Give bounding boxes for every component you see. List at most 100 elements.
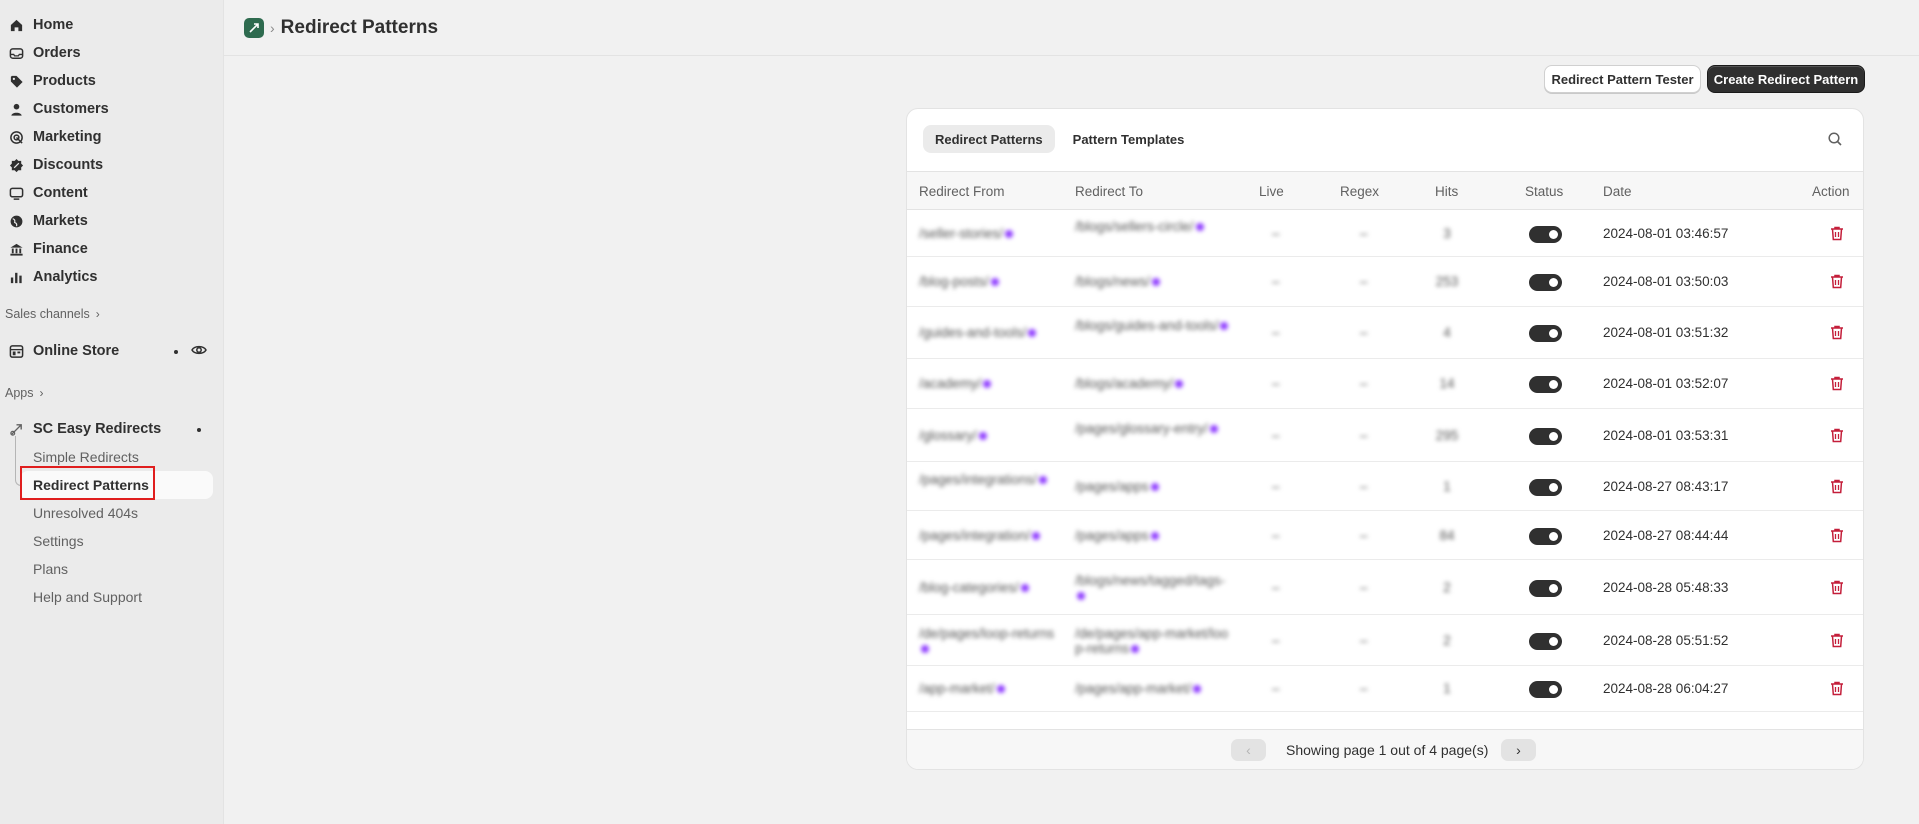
subnav-help-and-support[interactable]: Help and Support [33,589,142,605]
trash-icon[interactable] [1830,274,1844,289]
status-dot [1028,329,1037,338]
person-icon [8,101,24,117]
redirect-to-cell: /blogs/news/tagged/tags- [1075,573,1230,603]
live-cell: – [1272,632,1280,648]
regex-cell: – [1360,681,1368,696]
status-toggle[interactable] [1529,632,1562,650]
sidebar-item-label: Analytics [33,269,98,285]
status-dot [921,644,929,653]
status-dot [1195,222,1204,231]
trash-icon[interactable] [1830,325,1844,340]
column-header: Redirect From [919,184,1005,199]
sidebar-item-label: Finance [33,241,88,257]
sidebar-item-label: Content [33,185,88,201]
sidebar-item-markets[interactable]: Markets [0,207,214,235]
column-header: Regex [1340,184,1380,199]
tab-redirect-patterns[interactable]: Redirect Patterns [923,125,1055,153]
previous-page-button[interactable]: ‹ [1231,739,1266,761]
trash-icon[interactable] [1830,528,1844,543]
sidebar-item-online-store[interactable]: Online Store [0,337,214,365]
table-row[interactable]: /blog-posts/ /blogs/news/ – – 253 2024-08-01 … [907,257,1863,307]
table-row[interactable]: /glossary/ /pages/glossary-entry/ – – 295 202… [907,409,1863,462]
trash-icon[interactable] [1830,633,1844,648]
status-toggle[interactable] [1529,681,1562,698]
sidebar-item-products[interactable]: Products [0,67,214,95]
redirect-from-cell: /app-market/ [919,681,1059,696]
date-cell: 2024-08-28 05:51:52 [1603,632,1729,648]
hits-cell: 14 [1439,376,1455,391]
table-row[interactable]: /app-market/ /pages/app-market/ – – 1 2024-08… [907,666,1863,712]
trash-icon[interactable] [1830,226,1844,241]
trash-icon[interactable] [1830,580,1844,595]
date-cell: 2024-08-01 03:51:32 [1603,325,1729,340]
status-toggle[interactable] [1529,225,1562,243]
trash-icon[interactable] [1830,428,1844,443]
sidebar-item-content[interactable]: Content [0,179,214,207]
hits-cell: 1 [1443,681,1451,696]
live-cell: – [1272,325,1280,340]
subnav-settings[interactable]: Settings [33,533,84,549]
sidebar-item-finance[interactable]: Finance [0,235,214,263]
regex-cell: – [1360,579,1368,595]
date-cell: 2024-08-28 06:04:27 [1603,681,1729,696]
search-icon[interactable] [1827,131,1845,149]
table-row[interactable]: /guides-and-tools/ /blogs/guides-and-tool… [907,307,1863,359]
app-logo-icon[interactable] [244,17,264,38]
next-page-button[interactable]: › [1501,739,1536,761]
trash-icon[interactable] [1830,376,1844,391]
regex-cell: – [1360,527,1368,543]
sales-channels-label[interactable]: Sales channels › [5,307,100,321]
table-row[interactable]: /pages/integration/ /pages/apps – – 84 2024-0… [907,511,1863,560]
home-icon [8,17,24,33]
status-toggle[interactable] [1529,427,1562,445]
status-dot [1150,482,1159,491]
hits-cell: 3 [1443,225,1451,241]
table-header: Redirect From Redirect To Live Regex Hit… [907,171,1863,210]
table-row[interactable]: /pages/integrations/ /pages/apps – – 1 2024-0… [907,462,1863,511]
table-row[interactable]: /blog-categories/ /blogs/news/tagged/tags… [907,560,1863,615]
sidebar-item-label: Home [33,17,74,33]
tag-icon [8,73,24,89]
trash-icon[interactable] [1830,479,1844,494]
status-toggle[interactable] [1529,376,1562,393]
create-redirect-pattern-button[interactable]: Create Redirect Pattern [1707,65,1865,93]
redirect-to-cell: /pages/apps [1075,528,1230,543]
status-toggle[interactable] [1529,579,1562,597]
redirect-from-cell: /blog-posts/ [919,274,1059,289]
table-row[interactable]: /academy/ /blogs/academy/ – – 14 2024-08-01 0… [907,359,1863,409]
tabs: Redirect Patterns Pattern Templates [923,125,1196,153]
date-cell: 2024-08-01 03:46:57 [1603,225,1729,241]
status-toggle[interactable] [1529,325,1562,342]
sidebar-item-marketing[interactable]: Marketing [0,123,214,151]
sidebar-item-analytics[interactable]: Analytics [0,263,214,291]
status-dot [1038,475,1047,484]
sidebar-item-discounts[interactable]: Discounts [0,151,214,179]
live-cell: – [1272,427,1280,443]
table-row[interactable]: /de/pages/loop-returns/de/pages/app-mark… [907,615,1863,666]
sidebar-item-sc-easy-redirects[interactable]: SC Easy Redirects [0,415,214,443]
apps-label[interactable]: Apps › [5,386,44,400]
table-row[interactable]: /seller-stories/ /blogs/sellers-circle/ – –… [907,210,1863,257]
sidebar-item-home[interactable]: Home [0,11,214,39]
redirect-from-cell: /pages/integrations/ [919,472,1059,487]
bar-chart-icon [8,269,24,285]
status-toggle[interactable] [1529,274,1562,291]
status-dot [990,278,999,287]
redirect-to-cell: /blogs/academy/ [1075,376,1230,391]
subnav-plans[interactable]: Plans [33,561,68,577]
bank-icon [8,241,24,257]
status-toggle[interactable] [1529,527,1562,545]
trash-icon[interactable] [1830,681,1844,696]
sidebar-item-orders[interactable]: Orders [0,39,214,67]
tab-pattern-templates[interactable]: Pattern Templates [1061,125,1197,153]
sidebar-item-customers[interactable]: Customers [0,95,214,123]
redirect-pattern-tester-button[interactable]: Redirect Pattern Tester [1544,65,1701,93]
sidebar-item-label: SC Easy Redirects [33,421,162,437]
column-header: Live [1259,184,1284,199]
redirect-to-cell: /de/pages/app-market/loop-returns [1075,625,1229,656]
eye-icon[interactable] [191,343,207,360]
subnav-unresolved-404s[interactable]: Unresolved 404s [33,505,138,521]
target-icon [8,129,24,145]
subnav-simple-redirects[interactable]: Simple Redirects [33,449,139,465]
status-toggle[interactable] [1529,478,1562,496]
